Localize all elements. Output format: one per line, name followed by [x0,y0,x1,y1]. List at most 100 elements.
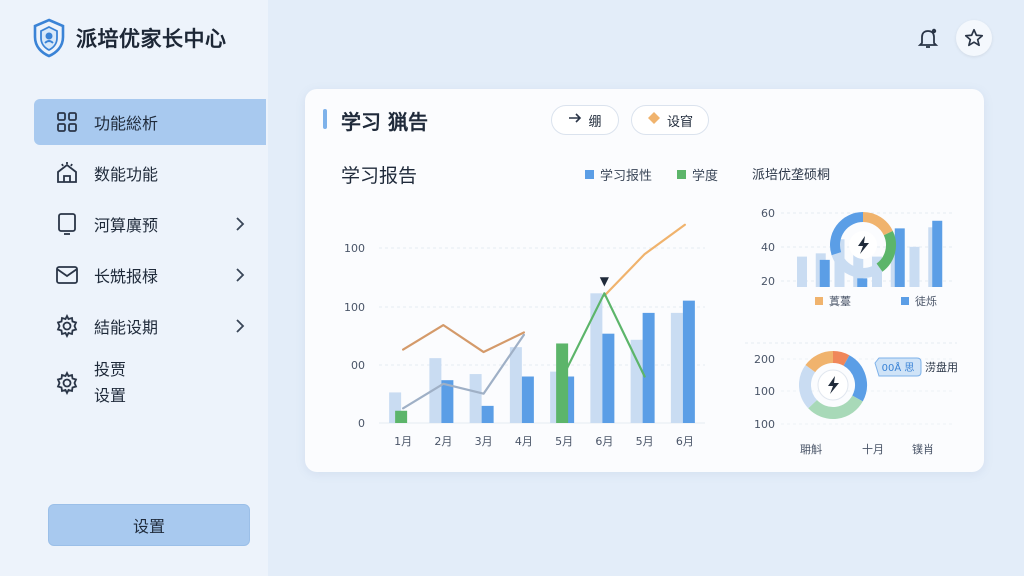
bar [909,246,920,287]
right-panel-title: 派培优垄硕桐 [752,168,831,183]
x-tick-label: 十月 [862,442,884,456]
y-tick-label: 100 [344,301,365,314]
donut-segment [799,365,818,409]
main-bar-line-chart: 0001001001月 2月 3月 4月 5月 6月 5月 6月▼ [344,223,705,448]
y-tick-label: 60 [761,207,775,220]
legend-swatch [901,297,909,305]
bar [509,347,522,423]
settings-button[interactable]: 设置 [48,504,250,546]
bar [395,410,408,423]
pill-label: 设窅 [666,114,693,130]
sidebar: 派培优家长中心 功能総析 数能功能 河算廙预 长兟报椂 結能设期 投贾设置 设置 [0,0,268,576]
x-tick-label: 5月 [636,435,654,448]
donut-segment [876,230,896,272]
diamond-icon [647,111,661,129]
bar [556,343,569,423]
grid-icon [54,109,80,135]
legend-item: 学度 [677,165,718,184]
bar [469,374,482,423]
y-tick-label: 100 [754,418,775,431]
bar [481,405,494,423]
chevron-right-icon [236,319,245,333]
legend-item: 学习报性 [585,165,652,184]
card-title: 学习 猟告 [341,110,428,134]
sidebar-item-messages[interactable]: 长兟报椂 [34,252,266,298]
bar [521,376,534,423]
chevron-right-icon [236,268,245,282]
sidebar-item-settings[interactable]: 結能设期 [34,303,266,349]
legend-swatch [815,297,823,305]
marker-triangle: ▼ [600,274,610,288]
y-tick-label: 100 [754,385,775,398]
x-tick-label: 6月 [595,435,613,448]
legend-swatch [677,170,686,179]
x-tick-label: 耼斛 [800,442,822,456]
x-tick-label: 4月 [515,435,533,448]
forward-pill-button[interactable]: 绷 [551,105,619,135]
card-accent [323,109,327,129]
legend-label: 蒖薹 [829,294,851,308]
y-tick-label: 40 [761,241,775,254]
bar [932,220,943,287]
chart-subtitle: 学习报告 [341,165,418,187]
bar [590,293,603,423]
series-line [402,324,525,354]
sidebar-item-analysis[interactable]: 功能総析 [34,99,266,145]
series-line [402,333,525,410]
bell-icon[interactable] [910,20,946,56]
mini-bar-chart: 60 40 20 蒖薹 徒烁 [761,207,955,308]
y-tick-label: 00 [351,359,365,372]
sidebar-item-label: 投贾设置 [94,360,127,405]
donut-segment [843,355,867,402]
sidebar-item-label: 功能総析 [94,114,159,133]
sidebar-item-label: 河算廙预 [94,216,159,235]
donut-segment [862,212,893,236]
series-line [603,223,686,297]
bar [797,256,807,287]
brand-name: 派培优家长中心 [76,27,227,51]
sidebar-item-functions[interactable]: 数能功能 [34,150,266,196]
x-tick-label: 3月 [475,435,493,448]
donut-segment [808,395,863,419]
y-tick-label: 200 [754,353,775,366]
sidebar-item-label: 数能功能 [94,165,159,184]
chevron-right-icon [236,217,245,231]
y-tick-label: 20 [761,275,775,288]
gear-icon [54,313,80,339]
gear-icon [54,370,80,396]
arrow-right-icon [568,112,582,128]
y-tick-label: 0 [358,417,365,430]
y-tick-label: 100 [344,242,365,255]
mini-donut-chart: 200 100 100 00Å 思涝盘用耼斛 十月 镤肖 [745,342,958,456]
bar [819,259,830,287]
sidebar-nav: 功能総析 数能功能 河算廙预 长兟报椂 結能设期 投贾设置 [34,99,266,417]
sidebar-item-preferences[interactable]: 投贾设置 [34,354,266,412]
legend-label: 学度 [692,169,719,184]
sidebar-item-label: 結能设期 [94,318,159,337]
monitor-icon [54,211,80,237]
shield-logo-icon [33,18,65,58]
donut-segment [832,351,850,366]
star-icon[interactable] [956,20,992,56]
pill-label: 绷 [588,114,602,130]
sidebar-item-monitor[interactable]: 河算廙预 [34,201,266,247]
sidebar-item-label: 长兟报椂 [94,267,159,286]
callout-badge-text: 00Å 思 [882,361,915,374]
callout-text: 涝盘用 [925,360,958,374]
report-card: 学习 猟告 绷 设窅 学习报告 学习报性 学度 派培优垄硕桐 0 00 100 100… [305,89,984,472]
settings-pill-button[interactable]: 设窅 [631,105,709,135]
bar [857,278,868,287]
x-tick-label: 2月 [434,435,452,448]
legend-label: 学习报性 [600,169,653,184]
donut-segment [805,351,834,373]
x-tick-label: 5月 [555,435,573,448]
bar [894,228,905,287]
x-tick-label: 镤肖 [912,442,934,456]
bar [602,333,615,423]
brand[interactable]: 派培优家长中心 [32,18,227,58]
house-icon [54,160,80,186]
mail-icon [54,262,80,288]
legend-swatch [585,170,594,179]
bar [670,312,683,423]
x-tick-label: 6月 [676,435,694,448]
